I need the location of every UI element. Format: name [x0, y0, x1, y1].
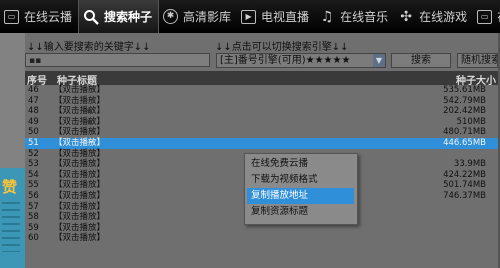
context-menu: 在线免费云播 下载为视频格式 复制播放地址 复制资源标题 [244, 153, 358, 225]
row-size: 480.71MB [443, 127, 486, 138]
table-row[interactable]: 49 【双击播放】 ▪ 510MB [25, 117, 498, 128]
promo-banner[interactable]: 赞 [0, 168, 25, 268]
row-title: 【双击播放】 [54, 116, 106, 127]
row-mark: ▪ [87, 106, 93, 117]
nav-item-hd-library[interactable]: ✱ 高清影库 [159, 0, 237, 33]
nav-item-label: 电视直播 [261, 10, 310, 24]
row-size: 542.79MB [443, 95, 486, 106]
menu-item-copy-play-url[interactable]: 复制播放地址 [247, 188, 354, 204]
nav-item-label: 在线云播 [24, 10, 73, 24]
row-title: 【双击播放】 [54, 180, 106, 191]
promo-decoration [2, 202, 20, 252]
row-mark: ~ [87, 85, 95, 95]
row-title: 【双击播放】 [54, 137, 106, 148]
nav-item-music[interactable]: ♫ 在线音乐 [315, 0, 394, 33]
promo-text: 赞 [2, 178, 18, 196]
row-num: 54 [28, 169, 39, 180]
row-mark: ~ [87, 95, 95, 106]
nav-item-search-torrent[interactable]: 搜索种子 [78, 0, 160, 33]
row-size: 510MB [456, 116, 486, 127]
tv-play-icon: ▶ [241, 9, 257, 24]
menu-item-free-cloud-play[interactable]: 在线免费云播 [247, 156, 354, 172]
search-labels: ↓↓输入要搜索的关键字↓↓ ↓↓点击可以切换搜索引擎↓↓ [25, 38, 498, 53]
table-row[interactable]: 46 【双击播放】 ~535.61MB [25, 85, 498, 96]
film-reel-icon: ✱ [163, 9, 179, 24]
row-size: 33.9MB [453, 159, 486, 170]
row-num: 49 [28, 116, 39, 127]
row-num: 55 [28, 180, 39, 191]
row-title: 【双击播放】 [54, 85, 106, 95]
row-num: 53 [28, 159, 39, 170]
row-num: 59 [28, 222, 39, 233]
table-row[interactable]: 48 【双击播放】 ▪ 202.42MB [25, 106, 498, 117]
row-title: 【双击播放】 [54, 190, 106, 201]
engine-select-value: [主]番号引擎(可用)★★★★★ [220, 55, 351, 66]
row-num: 52 [28, 148, 39, 159]
nav-item-label: 在线音乐 [340, 10, 389, 24]
row-title: 【双击播放】 [54, 201, 106, 212]
engine-select[interactable]: [主]番号引擎(可用)★★★★★ ▼ [216, 53, 386, 68]
row-title: 【双击播放】 [54, 95, 106, 106]
table-header: 序号 种子标题 种子大小 [25, 71, 498, 87]
search-button[interactable]: 搜索 [391, 53, 451, 68]
nav-item-cloud-play[interactable]: ▭ 在线云播 [0, 0, 78, 33]
row-size: 202.42MB [443, 106, 486, 117]
random-search-button[interactable]: 随机搜索_V1 [457, 53, 498, 68]
nav-item-tv-live[interactable]: ▶ 电视直播 [237, 0, 315, 33]
row-num: 46 [28, 85, 39, 95]
tv-icon: ▭ [477, 9, 493, 24]
row-title: 【双击播放】 [54, 106, 106, 117]
row-mark: ~ [87, 127, 95, 138]
table-row[interactable]: 47 【双击播放】 ~542.79MB [25, 96, 498, 107]
row-size: 535.61MB [443, 85, 486, 95]
row-title: 【双击播放】 [54, 159, 106, 170]
row-title: 【双击播放】 [54, 148, 106, 159]
search-icon [83, 9, 99, 25]
table-row[interactable]: 60 【双击播放】 [25, 233, 498, 244]
menu-item-download-video[interactable]: 下载为视频格式 [247, 172, 354, 188]
nav-item-label: 在线游戏 [419, 10, 468, 24]
row-num: 60 [28, 233, 39, 244]
row-size: 446.65MB [443, 137, 486, 148]
nav-item-games[interactable]: ✣ 在线游戏 [394, 0, 473, 33]
row-mark: ~ [87, 137, 95, 148]
row-num: 47 [28, 95, 39, 106]
keyword-label: ↓↓输入要搜索的关键字↓↓ [27, 42, 151, 53]
nav-item-online-tv[interactable]: ▭ 在线 [473, 0, 500, 33]
table-row[interactable]: 50 【双击播放】 ~480.71MB [25, 127, 498, 138]
row-size: 501.74MB [443, 180, 486, 191]
row-num: 57 [28, 201, 39, 212]
gamepad-icon: ✣ [400, 8, 412, 25]
chevron-down-icon[interactable]: ▼ [373, 54, 385, 67]
nav-item-label: 搜索种子 [104, 10, 153, 24]
row-mark: ▪ [87, 116, 93, 127]
row-title: 【双击播放】 [54, 222, 106, 233]
row-num: 56 [28, 190, 39, 201]
monitor-icon: ▭ [4, 9, 19, 24]
row-size: 424.22MB [443, 169, 486, 180]
row-num: 50 [28, 127, 39, 138]
row-size: 746.37MB [443, 190, 486, 201]
music-note-icon: ♫ [320, 8, 334, 25]
engine-label: ↓↓点击可以切换搜索引擎↓↓ [215, 42, 349, 53]
row-num: 51 [28, 137, 39, 148]
menu-item-copy-title[interactable]: 复制资源标题 [247, 204, 354, 220]
row-num: 58 [28, 212, 39, 223]
top-nav: ▭ 在线云播 搜索种子 ✱ 高清影库 ▶ 电视直播 ♫ 在线音乐 ✣ 在线游戏 … [0, 0, 500, 33]
row-title: 【双击播放】 [54, 233, 106, 244]
search-controls: ▪▪ [主]番号引擎(可用)★★★★★ ▼ 搜索 随机搜索_V1 [25, 53, 498, 69]
row-num: 48 [28, 106, 39, 117]
keyword-input[interactable]: ▪▪ [25, 53, 210, 67]
row-title: 【双击播放】 [54, 127, 106, 138]
row-title: 【双击播放】 [54, 212, 106, 223]
table-row-selected[interactable]: 51 【双击播放】 ~446.65MB [25, 137, 498, 149]
row-title: 【双击播放】 [54, 169, 106, 180]
nav-item-label: 高清影库 [183, 10, 232, 24]
